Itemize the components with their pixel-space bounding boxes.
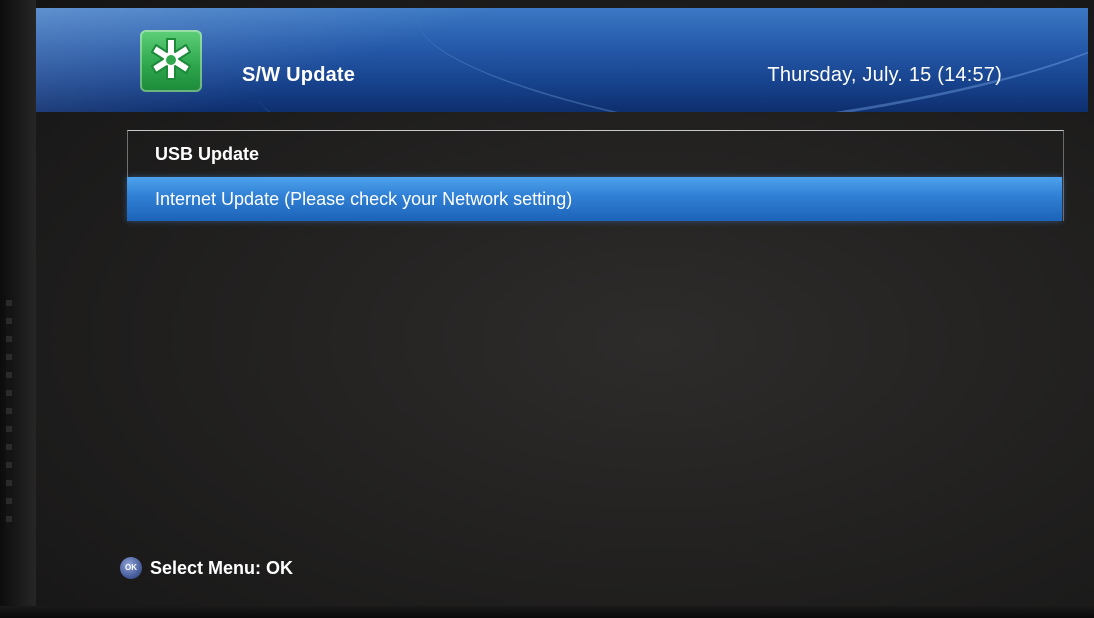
menu-item-internet-update[interactable]: Internet Update (Please check your Netwo… bbox=[127, 177, 1062, 221]
footer-hint-label: Select Menu: OK bbox=[150, 557, 294, 578]
settings-update-icon bbox=[140, 30, 202, 92]
menu-item-usb-update[interactable]: USB Update bbox=[127, 132, 1062, 176]
tv-screen: S/W Update Thursday, July. 15 (14:57) US… bbox=[0, 0, 1094, 618]
footer-hint: OK Select Menu: OK bbox=[120, 556, 293, 580]
tv-bezel-left bbox=[0, 0, 36, 618]
ok-button-icon: OK bbox=[120, 557, 142, 579]
tv-bezel-bottom bbox=[0, 606, 1094, 618]
asterisk-gear-icon bbox=[151, 38, 191, 80]
date-time-display: Thursday, July. 15 (14:57) bbox=[767, 64, 1002, 86]
page-title: S/W Update bbox=[242, 64, 356, 86]
header-bar: S/W Update Thursday, July. 15 (14:57) bbox=[36, 8, 1088, 112]
